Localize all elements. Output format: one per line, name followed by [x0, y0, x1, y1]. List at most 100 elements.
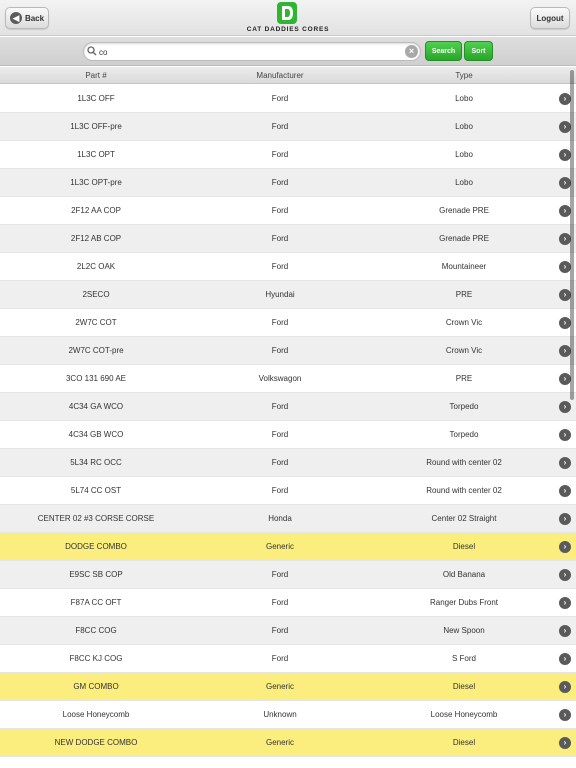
manufacturer-cell: Generic: [265, 542, 294, 551]
part-number-cell: 1L3C OPT-pre: [70, 178, 122, 187]
part-number-cell: Loose Honeycomb: [62, 710, 130, 719]
type-cell: Old Banana: [442, 570, 486, 579]
scrollbar[interactable]: [570, 70, 574, 400]
column-header-type[interactable]: Type: [368, 71, 560, 80]
part-number-cell: 2SECO: [82, 290, 110, 299]
table-row[interactable]: CENTER 02 #3 CORSE CORSE Honda Center 02 S…: [0, 505, 576, 533]
search-icon: [87, 46, 97, 56]
chevron-right-icon[interactable]: ›: [559, 709, 571, 721]
part-number-cell: DODGE COMBO: [65, 542, 127, 551]
table-row[interactable]: 2W7C COT-pre Ford Crown Vic ›: [0, 337, 576, 365]
manufacturer-cell: Ford: [271, 402, 289, 411]
chevron-right-icon[interactable]: ›: [559, 681, 571, 693]
table-row[interactable]: 1L3C OPT Ford Lobo ›: [0, 141, 576, 169]
part-number-cell: NEW DODGE COMBO: [54, 738, 138, 747]
table-row[interactable]: E9SC SB COP Ford Old Banana ›: [0, 561, 576, 589]
table-row[interactable]: 2F12 AA COP Ford Grenade PRE ›: [0, 197, 576, 225]
part-number-cell: 2L2C OAK: [76, 262, 116, 271]
part-number-cell: 1L3C OFF-pre: [70, 122, 122, 131]
type-cell: Crown Vic: [445, 346, 483, 355]
part-number-cell: 2F12 AB COP: [70, 234, 122, 243]
manufacturer-cell: Ford: [271, 626, 289, 635]
manufacturer-cell: Ford: [271, 430, 289, 439]
table-row[interactable]: 1L3C OPT-pre Ford Lobo ›: [0, 169, 576, 197]
manufacturer-cell: Honda: [268, 514, 292, 523]
table-row[interactable]: 3CO 131 690 AE Volkswagon PRE ›: [0, 365, 576, 393]
type-cell: Lobo: [455, 122, 473, 131]
table-row[interactable]: 2SECO Hyundai PRE ›: [0, 281, 576, 309]
table-row[interactable]: 1L3C OFF Ford Lobo ›: [0, 85, 576, 113]
part-number-cell: CENTER 02 #3 CORSE CORSE: [37, 514, 155, 523]
manufacturer-cell: Ford: [271, 458, 289, 467]
table-row[interactable]: 5L74 CC OST Ford Round with center 02 ›: [0, 477, 576, 505]
table-row[interactable]: DODGE COMBO Generic Diesel ›: [0, 533, 576, 561]
table-row[interactable]: NEW DODGE COMBO Generic Diesel ›: [0, 729, 576, 757]
type-cell: New Spoon: [443, 626, 485, 635]
search-button[interactable]: Search: [425, 41, 462, 61]
part-number-cell: 4C34 GB WCO: [68, 430, 124, 439]
table-row[interactable]: 1L3C OFF-pre Ford Lobo ›: [0, 113, 576, 141]
type-cell: Mountaineer: [441, 262, 487, 271]
parts-list[interactable]: 1L3C OFF Ford Lobo › 1L3C OFF-pre Ford Lobo › 1L…: [0, 85, 576, 768]
table-row[interactable]: Loose Honeycomb Unknown Loose Honeycomb ›: [0, 701, 576, 729]
table-row[interactable]: F8CC COG Ford New Spoon ›: [0, 617, 576, 645]
part-number-cell: F8CC KJ COG: [69, 654, 123, 663]
manufacturer-cell: Ford: [271, 598, 289, 607]
type-cell: Torpedo: [449, 430, 479, 439]
chevron-right-icon[interactable]: ›: [559, 429, 571, 441]
search-input[interactable]: [99, 45, 399, 59]
chevron-right-icon[interactable]: ›: [559, 457, 571, 469]
table-row[interactable]: 2W7C COT Ford Crown Vic ›: [0, 309, 576, 337]
part-number-cell: F8CC COG: [75, 626, 117, 635]
logo-text: CAT DADDIES CORES: [246, 26, 330, 33]
chevron-right-icon[interactable]: ›: [559, 737, 571, 749]
table-row[interactable]: 5L34 RC OCC Ford Round with center 02 ›: [0, 449, 576, 477]
manufacturer-cell: Ford: [271, 178, 289, 187]
column-header-manufacturer[interactable]: Manufacturer: [192, 71, 368, 80]
column-header-row: Part # Manufacturer Type: [0, 67, 576, 84]
manufacturer-cell: Ford: [271, 346, 289, 355]
manufacturer-cell: Ford: [271, 150, 289, 159]
table-row[interactable]: F8CC KJ COG Ford S Ford ›: [0, 645, 576, 673]
table-row[interactable]: 4C34 GA WCO Ford Torpedo ›: [0, 393, 576, 421]
manufacturer-cell: Ford: [271, 94, 289, 103]
chevron-right-icon[interactable]: ›: [559, 513, 571, 525]
part-number-cell: 2F12 AA COP: [71, 206, 121, 215]
chevron-right-icon[interactable]: ›: [559, 541, 571, 553]
part-number-cell: GM COMBO: [73, 682, 119, 691]
manufacturer-cell: Ford: [271, 262, 289, 271]
search-bar: × Search Sort: [0, 37, 576, 66]
manufacturer-cell: Ford: [271, 206, 289, 215]
table-row[interactable]: 4C34 GB WCO Ford Torpedo ›: [0, 421, 576, 449]
type-cell: Crown Vic: [445, 318, 483, 327]
type-cell: S Ford: [451, 654, 476, 663]
chevron-right-icon[interactable]: ›: [559, 597, 571, 609]
clear-icon[interactable]: ×: [405, 45, 418, 58]
type-cell: Lobo: [455, 94, 473, 103]
type-cell: Torpedo: [449, 402, 479, 411]
part-number-cell: 2W7C COT: [75, 318, 117, 327]
column-header-part[interactable]: Part #: [0, 71, 192, 80]
back-button[interactable]: ◀ Back: [5, 7, 49, 29]
type-cell: Center 02 Straight: [431, 514, 497, 523]
chevron-right-icon[interactable]: ›: [559, 653, 571, 665]
chevron-right-icon[interactable]: ›: [559, 625, 571, 637]
chevron-right-icon[interactable]: ›: [559, 569, 571, 581]
type-cell: Loose Honeycomb: [430, 710, 498, 719]
manufacturer-cell: Volkswagon: [258, 374, 302, 383]
type-cell: Round with center 02: [426, 458, 502, 467]
table-row[interactable]: GM COMBO Generic Diesel ›: [0, 673, 576, 701]
type-cell: PRE: [455, 290, 473, 299]
chevron-right-icon[interactable]: ›: [559, 485, 571, 497]
manufacturer-cell: Generic: [265, 738, 294, 747]
chevron-right-icon[interactable]: ›: [559, 401, 571, 413]
logout-button[interactable]: Logout: [530, 7, 570, 29]
table-row[interactable]: 2L2C OAK Ford Mountaineer ›: [0, 253, 576, 281]
manufacturer-cell: Ford: [271, 486, 289, 495]
type-cell: Lobo: [455, 178, 473, 187]
table-row[interactable]: F87A CC OFT Ford Ranger Dubs Front ›: [0, 589, 576, 617]
sort-button[interactable]: Sort: [464, 41, 493, 61]
table-row[interactable]: 2F12 AB COP Ford Grenade PRE ›: [0, 225, 576, 253]
back-button-label: Back: [24, 13, 45, 23]
search-field[interactable]: ×: [83, 42, 421, 61]
